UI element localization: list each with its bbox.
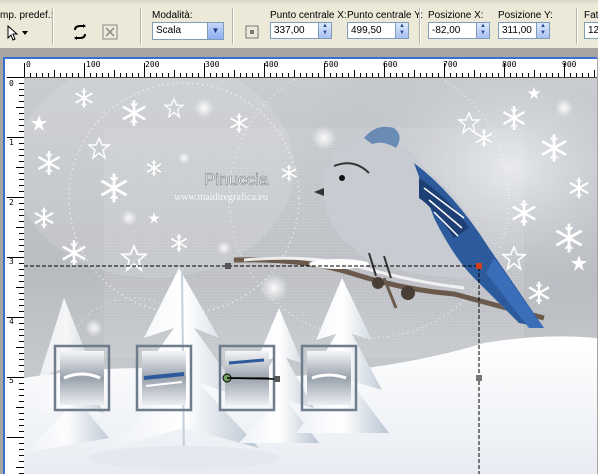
position-y-field[interactable]: 311,00 ▲ ▼ [498, 22, 550, 39]
preset-dropdown-button[interactable] [2, 21, 32, 43]
chevron-down-icon[interactable]: ▼ [207, 23, 223, 39]
spin-down-icon: ▼ [540, 30, 546, 36]
ruler-label: 5 [9, 376, 14, 385]
ruler-vertical-ticks [7, 77, 24, 474]
reset-arrows-icon [74, 24, 86, 40]
center-x-label: Punto centrale X: [270, 10, 347, 21]
center-point-icon [245, 25, 259, 39]
rotation-handle[interactable] [274, 376, 280, 382]
ruler-label: 200 [145, 60, 160, 69]
center-y-spinner[interactable]: ▲ ▼ [395, 23, 408, 38]
pointer-arrow-icon [7, 25, 28, 41]
mode-value: Scala [156, 25, 182, 36]
preset-label: mp. predef.: [0, 10, 54, 21]
position-x-value: -82,00 [432, 25, 461, 36]
spin-down-icon: ▼ [322, 30, 328, 36]
position-x-spinner[interactable]: ▲ ▼ [476, 23, 489, 38]
toolbar-separator [232, 8, 234, 44]
center-y-value: 499,50 [351, 25, 382, 36]
position-y-label: Posizione Y: [498, 10, 553, 21]
toolbar-separator [419, 8, 421, 44]
selection-overlay [24, 263, 482, 474]
position-x-field[interactable]: -82,00 ▲ ▼ [428, 22, 490, 39]
image-canvas[interactable]: Pinuccia www.maidiregrafica.eu [24, 78, 597, 474]
ruler-horizontal: 0 100 200 300 400 500 600 700 800 900 [24, 59, 597, 78]
spin-down-icon: ▼ [399, 30, 405, 36]
reset-button[interactable] [68, 20, 90, 42]
ruler-label: 3 [9, 257, 14, 266]
toolbar-separator [576, 8, 578, 44]
ruler-label: 600 [383, 60, 398, 69]
center-x-value: 337,00 [274, 25, 305, 36]
ruler-label: 2 [9, 198, 14, 207]
handle-top-middle[interactable] [225, 263, 231, 269]
spin-up-icon: ▲ [540, 23, 546, 29]
scale-label: Fatt [584, 10, 598, 21]
ruler-label: 900 [562, 60, 577, 69]
toolbar-separator [140, 8, 142, 44]
ruler-label: 0 [9, 79, 14, 88]
mode-label: Modalità: [152, 10, 193, 21]
spin-up-icon: ▲ [322, 23, 328, 29]
center-y-field[interactable]: 499,50 ▲ ▼ [347, 22, 409, 39]
spin-up-icon: ▲ [480, 23, 486, 29]
position-x-label: Posizione X: [428, 10, 484, 21]
position-y-value: 311,00 [502, 25, 532, 36]
spin-up-icon: ▲ [399, 23, 405, 29]
ruler-label: 0 [26, 60, 31, 69]
center-x-field[interactable]: 337,00 ▲ ▼ [270, 22, 332, 39]
ruler-label: 500 [324, 60, 339, 69]
scale-field[interactable]: 12 [584, 22, 598, 39]
ruler-label: 400 [264, 60, 279, 69]
center-y-label: Punto centrale Y: [347, 10, 423, 21]
ruler-label: 1 [9, 138, 14, 147]
ruler-label: 100 [86, 60, 101, 69]
cancel-icon [102, 24, 118, 40]
toolbar-separator [52, 8, 54, 44]
ruler-label: 4 [9, 317, 14, 326]
ruler-corner [5, 59, 25, 78]
handle-right-middle[interactable] [476, 375, 482, 381]
ruler-vertical: 0 1 2 3 4 5 [5, 77, 25, 474]
center-point-button[interactable] [240, 20, 262, 42]
position-y-spinner[interactable]: ▲ ▼ [536, 23, 549, 38]
mode-select[interactable]: Scala ▼ [152, 22, 224, 40]
spin-down-icon: ▼ [480, 30, 486, 36]
tool-options-bar: mp. predef.: Modalità: Scala ▼ Punto cen… [0, 0, 598, 49]
scale-value: 12 [588, 25, 598, 36]
handle-top-right[interactable] [476, 263, 482, 269]
ruler-label: 300 [205, 60, 220, 69]
ruler-label: 700 [443, 60, 458, 69]
ruler-label: 800 [502, 60, 517, 69]
center-x-spinner[interactable]: ▲ ▼ [318, 23, 331, 38]
toolbar-top-strip [0, 0, 598, 5]
cancel-button[interactable] [98, 20, 120, 42]
